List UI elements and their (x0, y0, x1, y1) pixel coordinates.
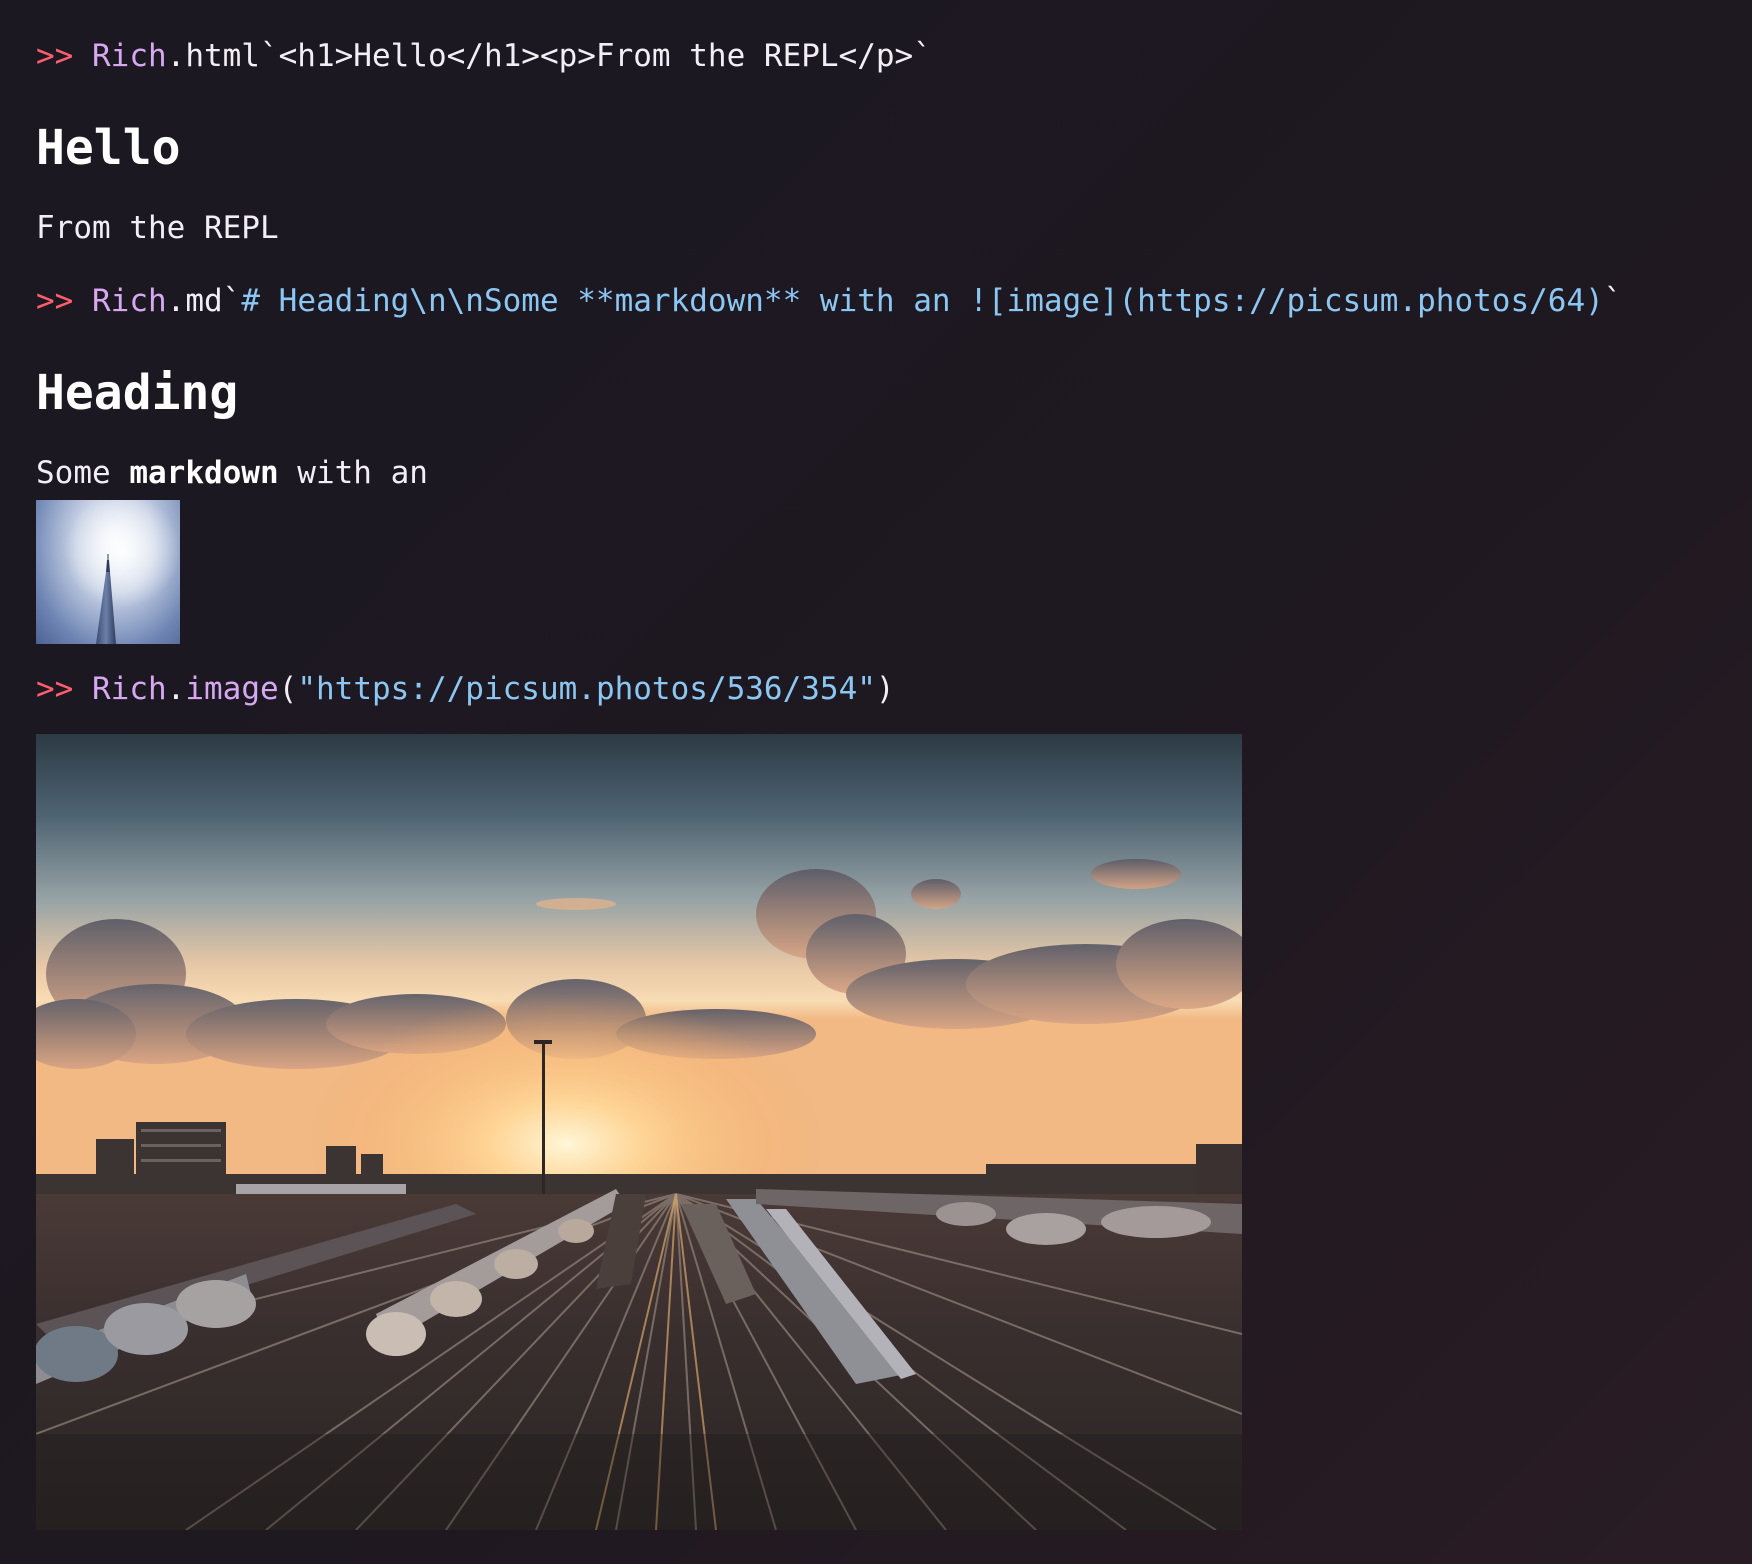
output-heading-hello: Hello (36, 120, 181, 176)
repl-command-image: >> Rich.image("https://picsum.photos/536… (36, 669, 895, 709)
output-markdown-paragraph: Some markdown with an (36, 453, 428, 493)
method-name: .html (166, 38, 260, 74)
open-paren: ( (278, 671, 298, 707)
object-name: Rich (92, 38, 167, 74)
html-template: `<h1>Hello</h1><p>From the REPL</p>` (259, 38, 932, 74)
object-name: Rich (92, 671, 167, 707)
markdown-template: # Heading\n\nSome **markdown** with an !… (241, 283, 1604, 319)
backtick-open: ` (222, 283, 242, 319)
output-heading-heading: Heading (36, 365, 239, 421)
repl-command-md: >> Rich.md`# Heading\n\nSome **markdown*… (36, 281, 1622, 321)
backtick-close: ` (1603, 283, 1623, 319)
paragraph-text: Some (36, 455, 130, 491)
object-name: Rich (92, 283, 167, 319)
bold-text: markdown (129, 455, 279, 491)
paragraph-text-end: with an (278, 455, 428, 491)
method-name: image (185, 671, 279, 707)
prompt-marker: >> (36, 38, 74, 74)
rich-image-output (36, 734, 1242, 1530)
repl-command-html: >> Rich.html`<h1>Hello</h1><p>From the R… (36, 36, 932, 76)
prompt-marker: >> (36, 283, 74, 319)
prompt-marker: >> (36, 671, 74, 707)
railway-sunset-photo-icon (36, 734, 1242, 1530)
output-paragraph: From the REPL (36, 210, 279, 246)
markdown-image (36, 500, 180, 644)
method-name: .md (166, 283, 223, 319)
tower-photo-icon (36, 500, 180, 644)
close-paren: ) (875, 671, 895, 707)
image-url-argument: "https://picsum.photos/536/354" (297, 671, 876, 707)
dot-separator: . (166, 671, 186, 707)
